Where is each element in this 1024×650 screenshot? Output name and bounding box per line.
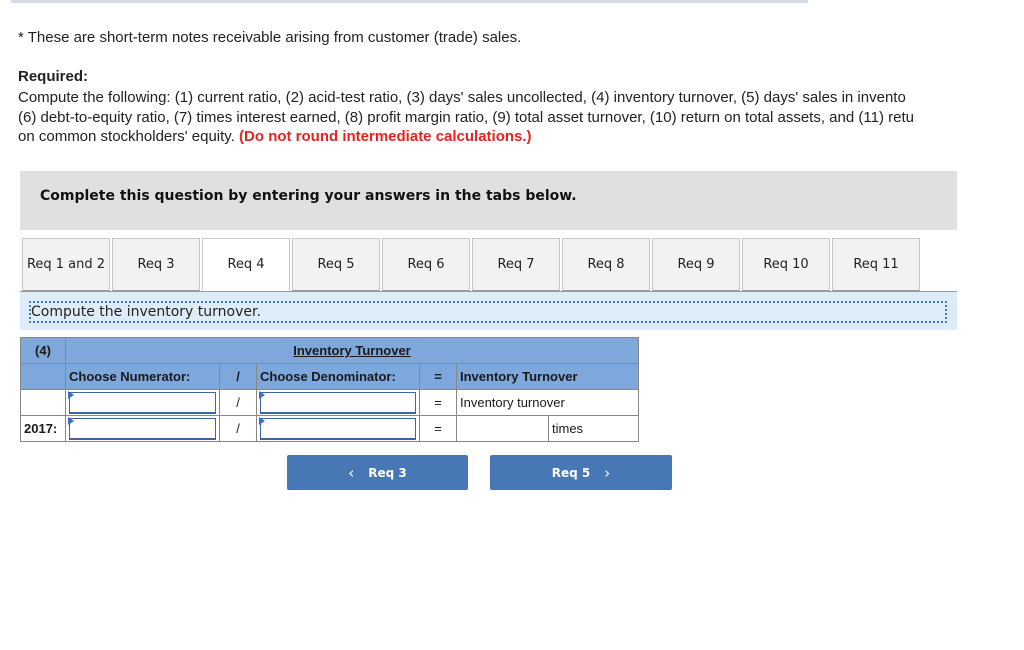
required-text: Compute the following: (1) current ratio… bbox=[18, 88, 1024, 147]
inventory-turnover-table: (4) Inventory Turnover Choose Numerator:… bbox=[20, 337, 639, 442]
next-req-button[interactable]: Req 5 › bbox=[490, 455, 672, 490]
required-heading: Required: bbox=[18, 68, 89, 85]
equals-header: = bbox=[419, 363, 457, 390]
numerator-cell bbox=[65, 389, 220, 416]
footnote: * These are short-term notes receivable … bbox=[18, 29, 522, 46]
required-line-3: on common stockholders' equity. (Do not … bbox=[18, 127, 1024, 147]
result-header: Inventory Turnover bbox=[456, 363, 639, 390]
required-line-2: (6) debt-to-equity ratio, (7) times inte… bbox=[18, 108, 914, 126]
result-unit: times bbox=[548, 415, 639, 442]
chevron-right-icon: › bbox=[604, 463, 611, 482]
numerator-cell bbox=[65, 415, 220, 442]
table-header-row: Choose Numerator: / Choose Denominator: … bbox=[20, 363, 639, 390]
required-line-3-text: on common stockholders' equity. bbox=[18, 128, 240, 145]
divide-header: / bbox=[219, 363, 257, 390]
requirement-number: (4) bbox=[20, 337, 66, 364]
table-title-text: Inventory Turnover bbox=[293, 343, 411, 358]
row-label bbox=[20, 389, 66, 416]
denominator-header: Choose Denominator: bbox=[256, 363, 420, 390]
rounding-note: (Do not round intermediate calculations.… bbox=[239, 128, 532, 145]
prompt-text: Compute the inventory turnover. bbox=[31, 304, 261, 320]
result-input-2017[interactable] bbox=[456, 415, 549, 442]
top-divider bbox=[11, 0, 808, 3]
numerator-select-row1[interactable] bbox=[69, 391, 216, 414]
prev-req-button[interactable]: ‹ Req 3 bbox=[287, 455, 468, 490]
instruction-box: Complete this question by entering your … bbox=[20, 171, 957, 230]
chevron-left-icon: ‹ bbox=[348, 463, 355, 482]
row-label-year: 2017: bbox=[20, 415, 66, 442]
dropdown-flag-icon bbox=[68, 417, 74, 425]
dropdown-flag-icon bbox=[259, 417, 265, 425]
header-blank bbox=[20, 363, 66, 390]
required-line-1: Compute the following: (1) current ratio… bbox=[18, 89, 906, 106]
numerator-header: Choose Numerator: bbox=[65, 363, 220, 390]
tab-req-1-and-2[interactable]: Req 1 and 2 bbox=[22, 238, 110, 291]
tab-req-3[interactable]: Req 3 bbox=[112, 238, 200, 291]
denominator-input-2017[interactable] bbox=[260, 417, 416, 440]
result-label: Inventory turnover bbox=[456, 389, 639, 416]
tab-req-9[interactable]: Req 9 bbox=[652, 238, 740, 291]
prompt-focus-box: Compute the inventory turnover. bbox=[29, 301, 947, 323]
divide-symbol: / bbox=[219, 415, 257, 442]
table-row: / = Inventory turnover bbox=[20, 389, 639, 416]
denominator-cell bbox=[256, 415, 420, 442]
table-row: 2017: / = times bbox=[20, 415, 639, 442]
table-title-row: (4) Inventory Turnover bbox=[20, 337, 639, 364]
tab-req-8[interactable]: Req 8 bbox=[562, 238, 650, 291]
equals-symbol: = bbox=[419, 415, 457, 442]
tab-req-10[interactable]: Req 10 bbox=[742, 238, 830, 291]
numerator-input-2017[interactable] bbox=[69, 417, 216, 440]
tab-req-5[interactable]: Req 5 bbox=[292, 238, 380, 291]
next-req-label: Req 5 bbox=[551, 465, 591, 480]
requirement-tabs: Req 1 and 2 Req 3 Req 4 Req 5 Req 6 Req … bbox=[22, 238, 922, 291]
prev-req-label: Req 3 bbox=[368, 465, 407, 480]
tab-req-6[interactable]: Req 6 bbox=[382, 238, 470, 291]
instruction-text: Complete this question by entering your … bbox=[40, 188, 577, 204]
prompt-bar: Compute the inventory turnover. bbox=[20, 291, 957, 330]
tab-req-11[interactable]: Req 11 bbox=[832, 238, 920, 291]
tab-req-4[interactable]: Req 4 bbox=[202, 238, 290, 291]
equals-symbol: = bbox=[419, 389, 457, 416]
divide-symbol: / bbox=[219, 389, 257, 416]
denominator-select-row1[interactable] bbox=[260, 391, 416, 414]
denominator-cell bbox=[256, 389, 420, 416]
dropdown-flag-icon bbox=[259, 391, 265, 399]
table-title: Inventory Turnover bbox=[65, 337, 639, 364]
dropdown-flag-icon bbox=[68, 391, 74, 399]
tab-req-7[interactable]: Req 7 bbox=[472, 238, 560, 291]
